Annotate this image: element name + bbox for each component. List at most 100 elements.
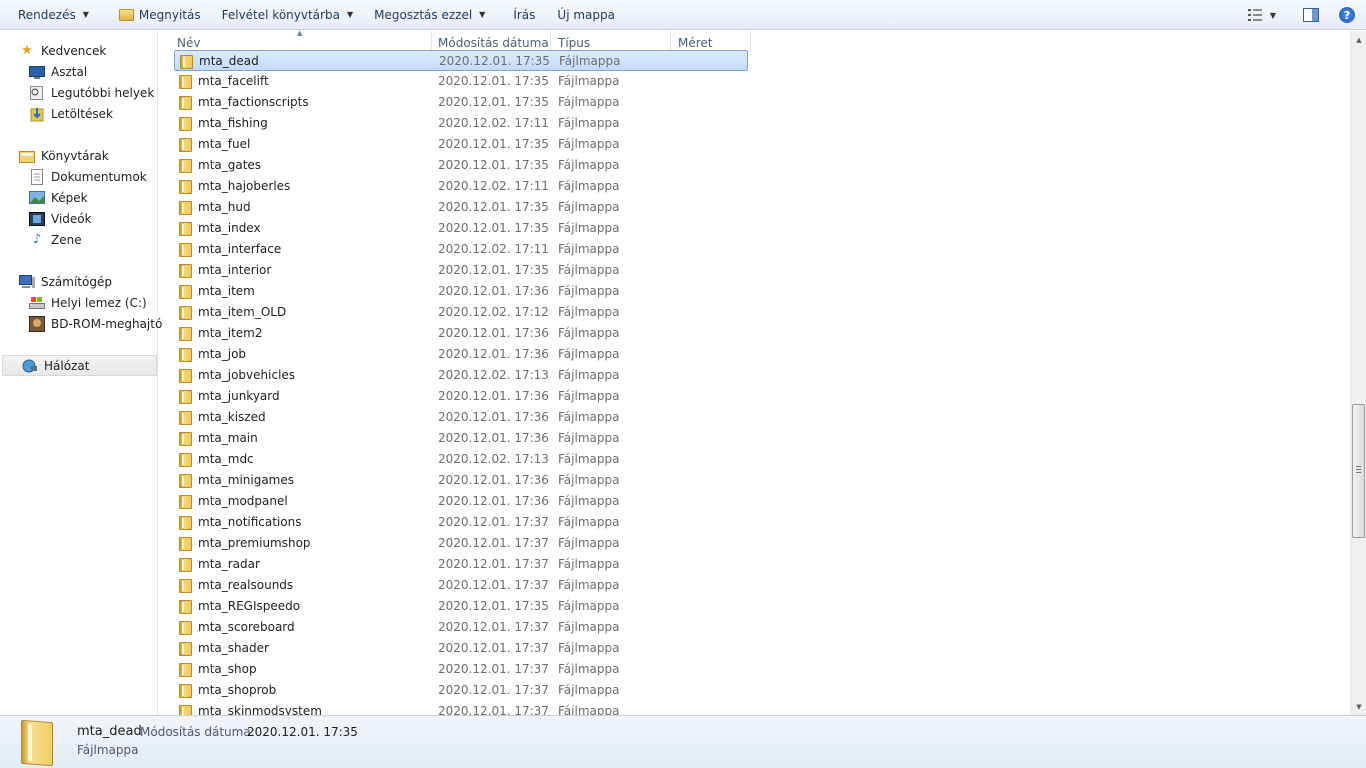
table-row[interactable]: mta_premiumshop 2020.12.01. 17:37 Fájlmapp…	[174, 533, 748, 554]
table-row[interactable]: mta_interface 2020.12.02. 17:11 Fájlmappa	[174, 239, 748, 260]
sidebar-item-computer[interactable]: Számítógép	[0, 271, 157, 292]
table-row[interactable]: mta_job 2020.12.01. 17:36 Fájlmappa	[174, 344, 748, 365]
details-modified-label: Módosítás dátuma:	[140, 725, 255, 739]
folder-icon	[179, 474, 192, 488]
file-modified-date: 2020.12.01. 17:35	[438, 74, 549, 88]
command-bar: Rendezés ▼ Megnyitás Felvétel könyvtárba…	[0, 0, 1366, 30]
table-row[interactable]: mta_jobvehicles 2020.12.02. 17:13 Fájlmapp…	[174, 365, 748, 386]
sidebar-item-label: Asztal	[51, 64, 88, 79]
preview-pane-button[interactable]	[1296, 3, 1326, 27]
file-name: mta_interior	[198, 263, 272, 277]
table-row[interactable]: mta_junkyard 2020.12.01. 17:36 Fájlmappa	[174, 386, 748, 407]
table-row[interactable]: mta_notifications 2020.12.01. 17:37 Fájlma…	[174, 512, 748, 533]
help-button[interactable]: ?	[1332, 3, 1362, 27]
view-options-button[interactable]: ▼	[1240, 3, 1284, 27]
folder-icon	[179, 663, 192, 677]
table-row[interactable]: mta_shader 2020.12.01. 17:37 Fájlmappa	[174, 638, 748, 659]
videos-icon	[29, 211, 45, 227]
sidebar-item-pictures[interactable]: Képek	[0, 187, 157, 208]
file-type: Fájlmappa	[558, 473, 620, 487]
sidebar-item-label: Zene	[51, 232, 82, 247]
documents-icon	[29, 168, 45, 185]
sidebar-item-documents[interactable]: Dokumentumok	[0, 166, 157, 187]
table-row[interactable]: mta_dead 2020.12.01. 17:35 Fájlmappa	[174, 50, 748, 71]
file-modified-date: 2020.12.02. 17:11	[438, 116, 549, 130]
table-row[interactable]: mta_shop 2020.12.01. 17:37 Fájlmappa	[174, 659, 748, 680]
scroll-down-arrow-icon[interactable]: ▼	[1351, 698, 1366, 715]
open-button[interactable]: Megnyitás	[110, 3, 210, 27]
vertical-scrollbar[interactable]: ▲ ▼	[1350, 31, 1366, 715]
sidebar-item-favorites[interactable]: ★ Kedvencek	[0, 40, 157, 61]
scrollbar-thumb[interactable]	[1352, 404, 1365, 538]
table-row[interactable]: mta_radar 2020.12.01. 17:37 Fájlmappa	[174, 554, 748, 575]
table-row[interactable]: mta_main 2020.12.01. 17:36 Fájlmappa	[174, 428, 748, 449]
bdrom-drive-icon	[29, 315, 45, 332]
table-row[interactable]: mta_mdc 2020.12.02. 17:13 Fájlmappa	[174, 449, 748, 470]
file-type: Fájlmappa	[558, 305, 620, 319]
table-row[interactable]: mta_item 2020.12.01. 17:36 Fájlmappa	[174, 281, 748, 302]
sidebar-item-videos[interactable]: Videók	[0, 208, 157, 229]
table-row[interactable]: mta_skinmodsystem 2020.12.01. 17:37 Fájlma…	[174, 701, 748, 715]
file-type: Fájlmappa	[558, 494, 620, 508]
details-pane: mta_dead Módosítás dátuma: 2020.12.01. 1…	[0, 715, 1366, 768]
share-with-button[interactable]: Megosztás ezzel ▼	[365, 3, 494, 27]
folder-icon	[179, 369, 192, 383]
sidebar-item-music[interactable]: ♪ Zene	[0, 229, 157, 250]
table-row[interactable]: mta_hajoberles 2020.12.02. 17:11 Fájlmappa	[174, 176, 748, 197]
file-name: mta_gates	[198, 158, 262, 172]
table-row[interactable]: mta_interior 2020.12.01. 17:35 Fájlmappa	[174, 260, 748, 281]
folder-icon	[179, 222, 192, 236]
file-type: Fájlmappa	[558, 599, 620, 613]
folder-icon	[179, 201, 192, 215]
folder-icon	[179, 579, 192, 593]
table-row[interactable]: mta_hud 2020.12.01. 17:35 Fájlmappa	[174, 197, 748, 218]
folder-icon	[21, 719, 53, 767]
file-name: mta_realsounds	[198, 578, 294, 592]
sidebar-item-desktop[interactable]: Asztal	[0, 61, 157, 82]
table-row[interactable]: mta_factionscripts 2020.12.01. 17:35 Fájlm…	[174, 92, 748, 113]
table-row[interactable]: mta_facelift 2020.12.01. 17:35 Fájlmappa	[174, 71, 748, 92]
file-modified-date: 2020.12.01. 17:36	[438, 389, 549, 403]
organize-button[interactable]: Rendezés ▼	[9, 3, 98, 27]
table-row[interactable]: mta_kiszed 2020.12.01. 17:36 Fájlmappa	[174, 407, 748, 428]
file-type: Fájlmappa	[558, 158, 620, 172]
file-type: Fájlmappa	[558, 74, 620, 88]
sidebar-item-network[interactable]: Hálózat	[2, 355, 157, 376]
file-name: mta_jobvehicles	[198, 368, 296, 382]
table-row[interactable]: mta_gates 2020.12.01. 17:35 Fájlmappa	[174, 155, 748, 176]
sidebar-item-label: Letöltések	[51, 106, 113, 121]
table-row[interactable]: mta_index 2020.12.01. 17:35 Fájlmappa	[174, 218, 748, 239]
table-row[interactable]: mta_fuel 2020.12.01. 17:35 Fájlmappa	[174, 134, 748, 155]
sidebar-item-libraries[interactable]: Könyvtárak	[0, 145, 157, 166]
scroll-up-arrow-icon[interactable]: ▲	[1351, 31, 1366, 48]
table-row[interactable]: mta_REGIspeedo 2020.12.01. 17:35 Fájlmappa	[174, 596, 748, 617]
table-row[interactable]: mta_modpanel 2020.12.01. 17:36 Fájlmappa	[174, 491, 748, 512]
file-modified-date: 2020.12.01. 17:35	[439, 54, 550, 68]
table-row[interactable]: mta_minigames 2020.12.01. 17:36 Fájlmappa	[174, 470, 748, 491]
sidebar-item-recent[interactable]: Legutóbbi helyek	[0, 82, 157, 103]
sidebar-item-local-disk[interactable]: Helyi lemez (C:)	[0, 292, 157, 313]
table-row[interactable]: mta_item2 2020.12.01. 17:36 Fájlmappa	[174, 323, 748, 344]
table-row[interactable]: mta_item_OLD 2020.12.02. 17:12 Fájlmappa	[174, 302, 748, 323]
star-icon: ★	[21, 43, 33, 58]
sidebar-item-bdrom[interactable]: BD-ROM-meghajtó	[0, 313, 162, 334]
sidebar-item-label: Hálózat	[44, 358, 90, 373]
file-type: Fájlmappa	[558, 704, 620, 715]
folder-icon	[179, 495, 192, 509]
file-name: mta_main	[198, 431, 258, 445]
new-folder-button[interactable]: Új mappa	[548, 3, 624, 27]
folder-icon	[179, 243, 192, 257]
folder-icon	[179, 96, 192, 110]
table-row[interactable]: mta_fishing 2020.12.02. 17:11 Fájlmappa	[174, 113, 748, 134]
file-name: mta_facelift	[198, 74, 269, 88]
sidebar-item-downloads[interactable]: Letöltések	[0, 103, 157, 124]
table-row[interactable]: mta_shoprob 2020.12.01. 17:37 Fájlmappa	[174, 680, 748, 701]
table-row[interactable]: mta_scoreboard 2020.12.01. 17:37 Fájlmappa	[174, 617, 748, 638]
table-row[interactable]: mta_realsounds 2020.12.01. 17:37 Fájlmappa	[174, 575, 748, 596]
column-header-label: Név	[177, 36, 201, 50]
include-in-library-button[interactable]: Felvétel könyvtárba ▼	[213, 3, 362, 27]
sidebar-item-label: Dokumentumok	[51, 169, 147, 184]
folder-icon	[179, 180, 192, 194]
burn-button[interactable]: Írás	[504, 3, 544, 27]
column-header-label: Típus	[558, 36, 591, 50]
